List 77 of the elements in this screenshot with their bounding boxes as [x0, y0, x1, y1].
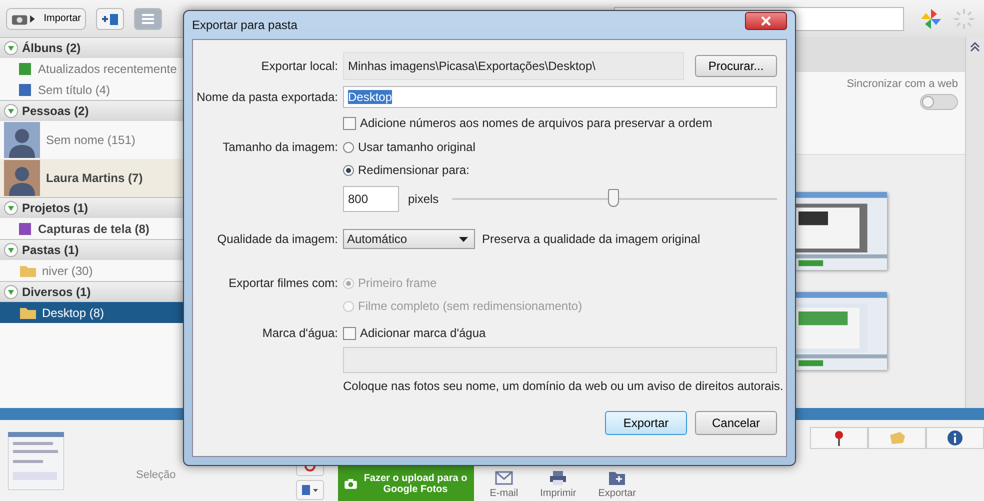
- quality-dropdown[interactable]: Automático: [343, 229, 475, 249]
- section-title: Pastas (1): [22, 243, 79, 257]
- close-button[interactable]: [745, 12, 787, 30]
- sidebar-item[interactable]: Laura Martins (7): [0, 159, 183, 197]
- folder-icon: [607, 470, 628, 486]
- expand-icon[interactable]: [4, 104, 18, 118]
- field-label: Exportar filmes com:: [228, 275, 338, 292]
- print-button[interactable]: Imprimir: [534, 470, 582, 501]
- section-header[interactable]: Pastas (1): [0, 239, 183, 260]
- dialog-title: Exportar para pasta: [192, 18, 298, 32]
- sync-toggle[interactable]: [920, 94, 958, 110]
- sidebar-item[interactable]: Capturas de tela (8): [0, 218, 183, 239]
- export-button[interactable]: Exportar: [605, 411, 687, 435]
- field-label: Marca d'água:: [261, 326, 338, 340]
- watermark-checkbox[interactable]: Adicionar marca d'água: [343, 323, 486, 343]
- export-button[interactable]: Exportar: [592, 470, 642, 501]
- section-header[interactable]: Pessoas (2): [0, 100, 183, 121]
- export-location-field: Minhas imagens\Picasa\Exportações\Desktop\: [343, 52, 684, 80]
- sidebar-item[interactable]: Desktop (8): [0, 302, 183, 323]
- add-album-button[interactable]: [96, 8, 124, 30]
- folder-icon: [20, 264, 36, 277]
- pin-icon: [834, 430, 844, 446]
- mail-button[interactable]: E-mail: [484, 470, 524, 501]
- expand-icon[interactable]: [4, 285, 18, 299]
- sidebar-item[interactable]: Atualizados recentemente: [0, 58, 183, 79]
- info-icon: [947, 430, 963, 446]
- watermark-field[interactable]: [343, 347, 777, 373]
- cancel-button[interactable]: Cancelar: [695, 411, 777, 435]
- sidebar-item[interactable]: Sem título (4): [0, 79, 183, 100]
- expand-icon[interactable]: [4, 41, 18, 55]
- album-dropdown-button[interactable]: [296, 480, 324, 500]
- browse-button[interactable]: Procurar...: [695, 55, 777, 77]
- list-icon: [140, 12, 156, 26]
- avatar-icon: [4, 160, 40, 196]
- size-radio[interactable]: Usar tamanho original: [343, 137, 476, 157]
- field-label: Exportar local:: [260, 59, 338, 73]
- tag-icon: [888, 431, 906, 445]
- info-button[interactable]: [926, 427, 984, 449]
- folder-icon: [20, 306, 36, 319]
- field-label: Qualidade da imagem:: [216, 232, 338, 246]
- import-button[interactable]: Importar: [6, 8, 86, 30]
- sync-label: Sincronizar com a web: [846, 78, 958, 90]
- sidebar-item[interactable]: Sem nome (151): [0, 121, 183, 159]
- section-header[interactable]: Álbuns (2): [0, 37, 183, 58]
- field-label: Nome da pasta exportada:: [196, 90, 338, 104]
- printer-icon: [548, 470, 568, 486]
- upload-button[interactable]: Fazer o upload para o Google Fotos: [338, 466, 474, 501]
- list-view-button[interactable]: [134, 8, 162, 30]
- section-header[interactable]: Projetos (1): [0, 197, 183, 218]
- size-radio[interactable]: Redimensionar para:: [343, 160, 476, 180]
- pixels-field[interactable]: 800: [343, 186, 399, 212]
- location-button[interactable]: [810, 427, 868, 449]
- size-slider-thumb[interactable]: [608, 189, 620, 207]
- loading-icon: [952, 6, 976, 30]
- envelope-icon: [494, 470, 514, 486]
- watermark-hint: Coloque nas fotos seu nome, um domínio da web ou um aviso de direitos autorais.: [343, 379, 784, 393]
- section-title: Pessoas (2): [22, 104, 89, 118]
- album-icon: [300, 484, 319, 496]
- sidebar-item[interactable]: niver (30): [0, 260, 183, 281]
- unit-label: pixels: [408, 192, 439, 206]
- close-icon: [761, 16, 771, 26]
- pinwheel-icon: [920, 8, 942, 30]
- scroll-top-icon[interactable]: [969, 41, 981, 53]
- section-header[interactable]: Diversos (1): [0, 281, 183, 302]
- add-album-icon: [101, 12, 119, 26]
- section-title: Diversos (1): [22, 285, 91, 299]
- quality-note: Preserva a qualidade da imagem original: [482, 232, 700, 246]
- folder-name-field[interactable]: Desktop: [343, 86, 777, 108]
- tray-label: Seleção: [136, 469, 176, 481]
- caret-icon: [459, 236, 468, 242]
- field-label: Tamanho da imagem:: [222, 139, 338, 156]
- expand-icon[interactable]: [4, 201, 18, 215]
- avatar-icon: [4, 122, 40, 158]
- expand-icon[interactable]: [4, 243, 18, 257]
- section-title: Projetos (1): [22, 201, 88, 215]
- numbering-checkbox[interactable]: Adicione números aos nomes de arquivos para preservar a ordem: [343, 113, 712, 133]
- section-title: Álbuns (2): [22, 41, 81, 55]
